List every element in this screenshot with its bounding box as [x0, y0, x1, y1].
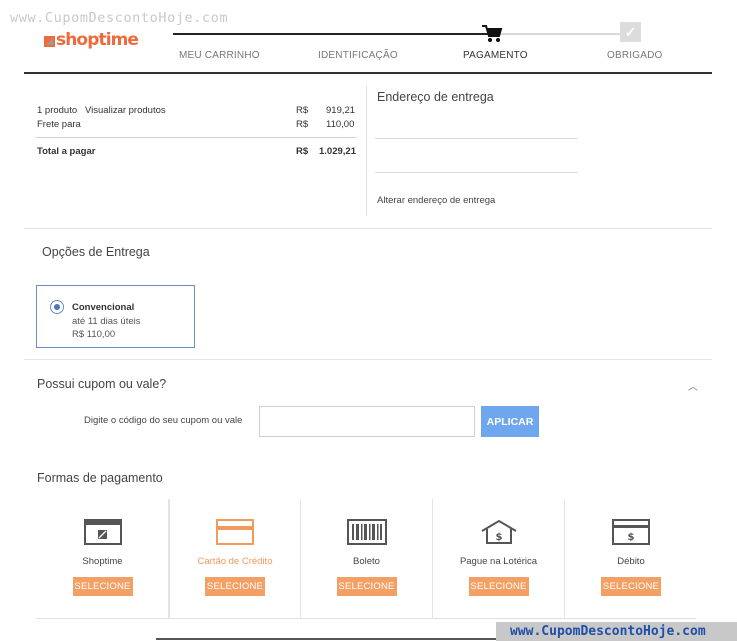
logo-mark-icon [44, 36, 55, 47]
delivery-option-price: R$ 110,00 [72, 329, 116, 340]
select-debito-button[interactable]: SELECIONE [601, 577, 661, 596]
header-divider [24, 72, 712, 74]
svg-text:$: $ [628, 532, 635, 543]
step-track-progress [173, 33, 495, 35]
step-obrigado: OBRIGADO [607, 50, 663, 61]
summary-address-divider [366, 86, 367, 216]
logo-text: shoptime [56, 30, 139, 50]
payment-divider [36, 618, 696, 619]
svg-text:$: $ [495, 532, 502, 543]
payment-method-debito[interactable]: $ Débito SELECIONE [565, 499, 697, 619]
coupon-title: Possui cupom ou vale? [37, 377, 167, 391]
payment-method-name: Pague na Lotérica [459, 556, 538, 567]
payment-method-name: Débito [617, 556, 645, 567]
select-credit-card-button[interactable]: SELECIONE [205, 577, 265, 596]
delivery-title: Opções de Entrega [42, 245, 150, 259]
radio-selected-dot [54, 304, 60, 310]
section-divider [24, 228, 712, 229]
items-value: 919,21 [326, 105, 356, 116]
total-currency: R$ [296, 146, 309, 157]
chevron-up-icon[interactable]: ︿ [688, 378, 698, 393]
footer-edge [156, 638, 496, 640]
payment-method-loterica[interactable]: $ Pague na Lotérica SELECIONE [433, 499, 565, 619]
total-value: 1.029,21 [319, 146, 356, 157]
watermark-bottom: www.CupomDescontoHoje.com [496, 622, 737, 641]
delivery-option-days: até 11 dias úteis [72, 316, 141, 327]
payment-method-boleto[interactable]: Boleto SELECIONE [301, 499, 433, 619]
check-icon: ✓ [620, 22, 641, 42]
shoptime-logo[interactable]: shoptime [44, 30, 139, 50]
house-dollar-icon: $ [480, 519, 517, 544]
select-boleto-button[interactable]: SELECIONE [336, 577, 397, 596]
view-products-link[interactable]: Visualizar produtos [85, 105, 166, 116]
cart-icon [482, 25, 503, 42]
select-loterica-button[interactable]: SELECIONE [468, 577, 529, 596]
summary-divider [36, 137, 356, 138]
payment-title: Formas de pagamento [37, 471, 163, 485]
select-shoptime-button[interactable]: SELECIONE [72, 577, 133, 596]
change-address-link[interactable]: Alterar endereço de entrega [377, 195, 495, 206]
apply-coupon-button[interactable]: APLICAR [481, 406, 539, 437]
payment-method-name: Cartão de Crédito [197, 556, 273, 567]
coupon-label: Digite o código do seu cupom ou vale [84, 415, 243, 426]
shoptime-card-icon [83, 519, 122, 545]
total-label: Total a pagar [37, 146, 96, 157]
step-meu-carrinho[interactable]: MEU CARRINHO [179, 50, 260, 61]
items-count: 1 produto [37, 105, 78, 116]
payment-method-name: Boleto [353, 556, 380, 567]
delivery-option-name: Convencional [72, 302, 135, 313]
address-line [375, 172, 578, 173]
items-currency: R$ [296, 105, 309, 116]
coupon-input[interactable] [259, 406, 475, 437]
address-line [375, 138, 578, 139]
shipping-label: Frete para [37, 119, 81, 130]
section-divider [24, 359, 712, 360]
shipping-currency: R$ [296, 119, 309, 130]
payment-method-name: Shoptime [82, 556, 123, 567]
payment-method-shoptime[interactable]: Shoptime SELECIONE [37, 499, 169, 619]
step-identificacao[interactable]: IDENTIFICAÇÃO [318, 50, 398, 61]
address-title: Endereço de entrega [377, 90, 494, 104]
shipping-value: 110,00 [326, 119, 355, 130]
payment-method-credit-card[interactable]: Cartão de Crédito SELECIONE [169, 499, 301, 619]
debit-card-icon: $ [612, 519, 650, 545]
watermark-top: www.CupomDescontoHoje.com [10, 10, 229, 26]
delivery-radio[interactable] [50, 300, 64, 314]
credit-card-icon [216, 519, 254, 545]
step-pagamento: PAGAMENTO [463, 50, 528, 61]
barcode-icon [346, 519, 387, 545]
